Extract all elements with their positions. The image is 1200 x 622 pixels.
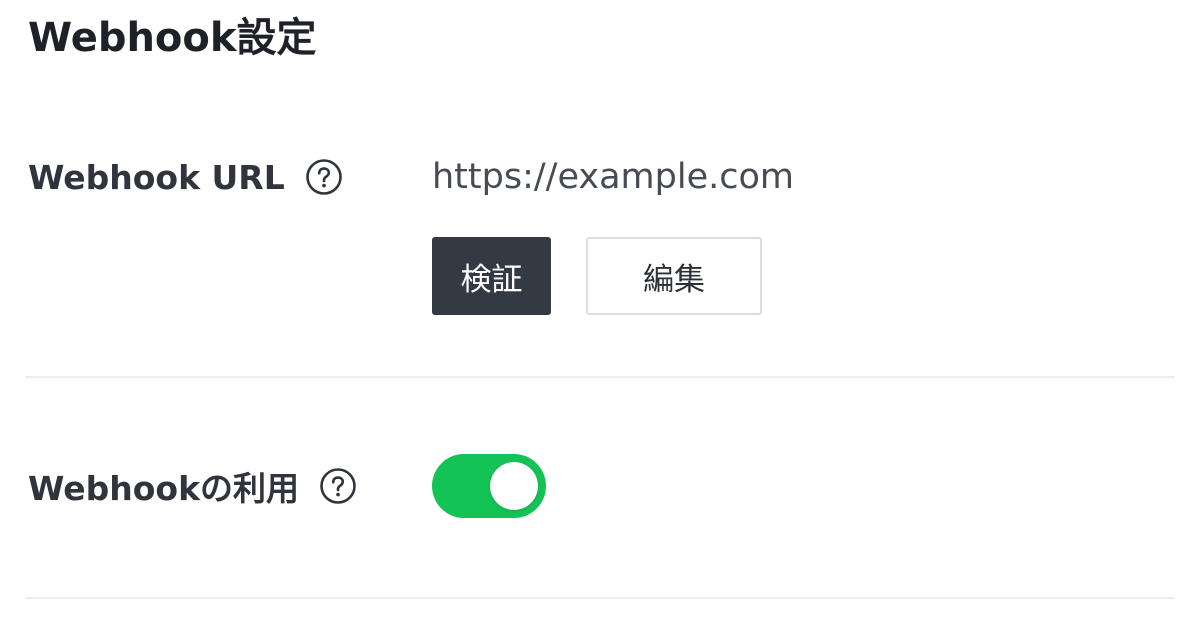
webhook-url-label: Webhook URL [28,157,285,197]
edit-button[interactable]: 編集 [586,237,762,315]
question-circle-icon[interactable] [305,158,343,196]
webhook-url-label-row: Webhook URL [28,148,343,206]
webhook-usage-toggle[interactable] [432,454,546,518]
toggle-knob [490,462,538,510]
divider [25,597,1175,599]
webhook-settings-page: Webhook設定 Webhook URL https://example.co… [0,0,1200,622]
webhook-usage-label: Webhookの利用 [28,469,300,508]
divider [25,376,1175,378]
webhook-url-value: https://example.com [432,157,794,197]
question-circle-icon[interactable] [319,467,357,505]
section-title: Webhook設定 [28,15,317,61]
verify-button[interactable]: 検証 [432,237,551,315]
webhook-usage-label-row: Webhookの利用 [28,457,357,515]
